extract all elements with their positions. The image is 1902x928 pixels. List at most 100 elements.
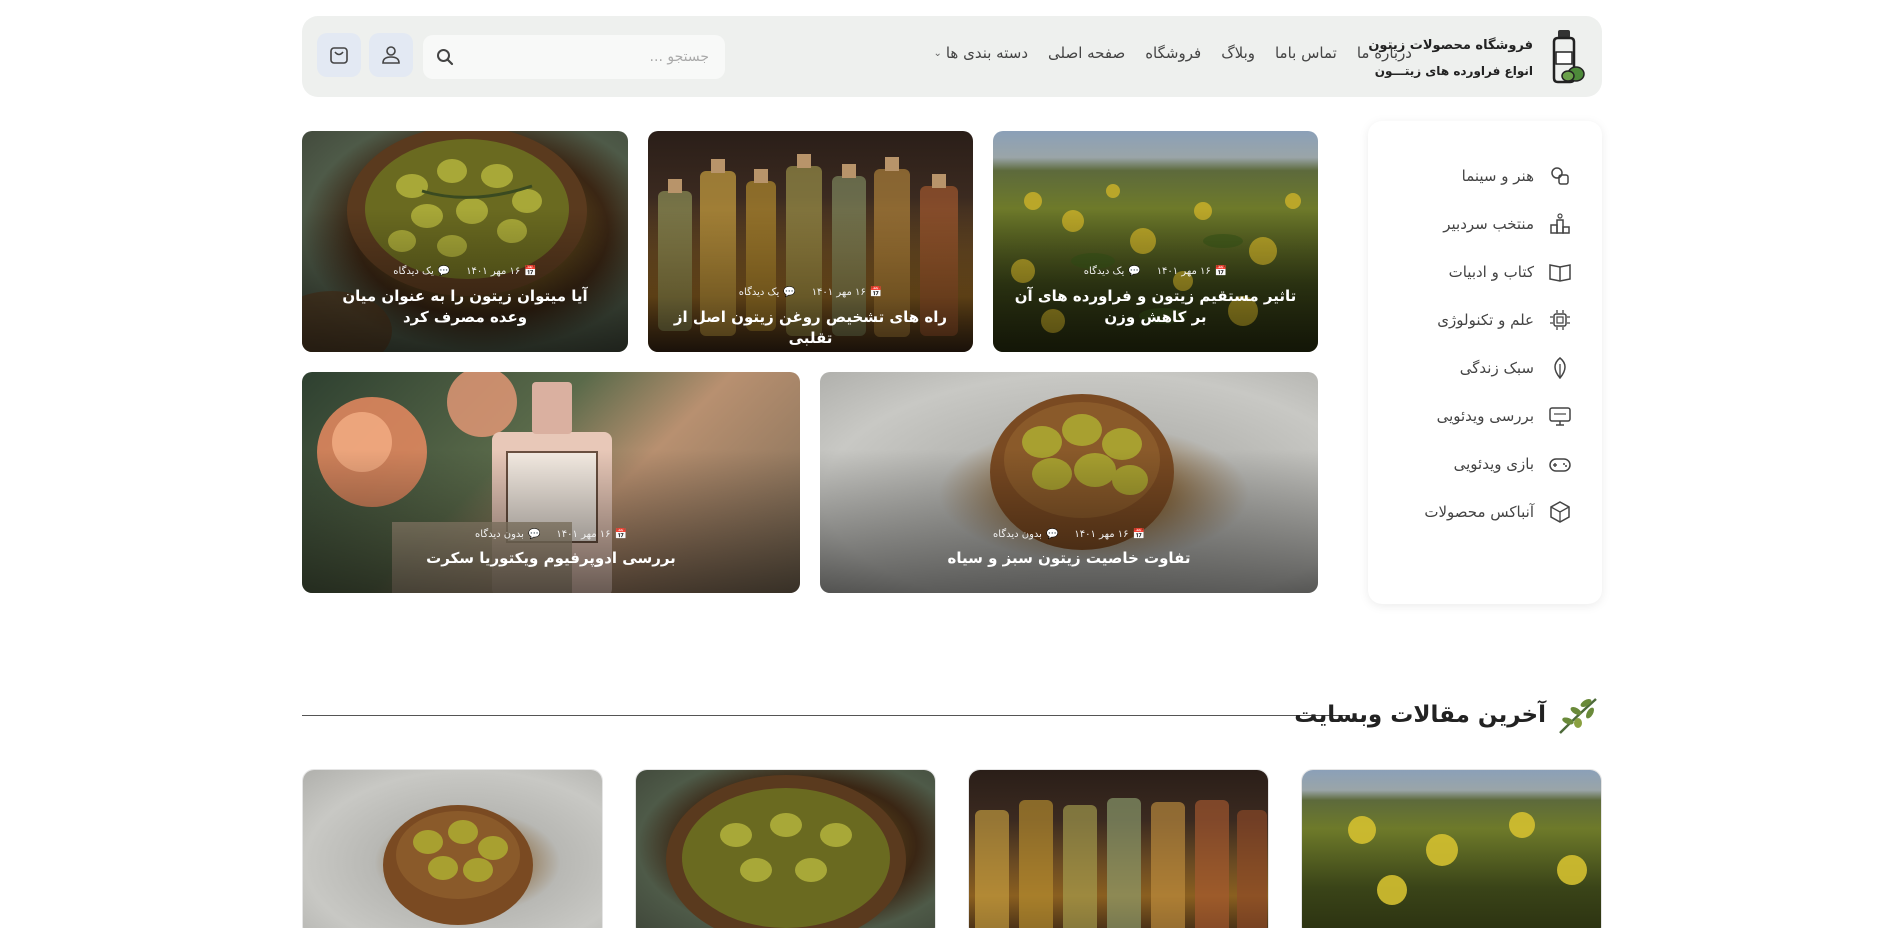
featured-post-card[interactable]: 📅 ۱۶ مهر ۱۴۰۱ 💬 یک دیدگاه راه های تشخیص رو… [648,131,973,352]
post-meta: 📅 ۱۶ مهر ۱۴۰۱ 💬 بدون دیدگاه [820,529,1318,540]
cart-button[interactable] [317,33,361,77]
article-image [969,770,1268,928]
calendar-icon: 📅 [524,266,537,277]
nav-shop[interactable]: فروشگاه [1145,44,1201,62]
category-item[interactable]: کتاب و ادبیات [1449,257,1572,287]
post-title[interactable]: تفاوت خاصیت زیتون سبز و سیاه [840,548,1298,569]
category-sidebar: هنر و سینما منتخب سردبیر کتاب و ادبیات ع… [1368,121,1602,604]
post-comments-text: بدون دیدگاه [993,529,1042,540]
post-title[interactable]: بررسی ادوپرفیوم ویکتوریا سکرت [322,548,780,569]
article-card[interactable] [635,769,936,928]
comment-icon: 💬 [437,266,451,277]
category-label: هنر و سینما [1461,167,1534,185]
article-card[interactable] [302,769,603,928]
brand[interactable]: فروشگاه محصولات زیتون انواع فراورده های … [1368,28,1588,84]
user-account-button[interactable] [369,33,413,77]
category-item[interactable]: سبک زندگی [1460,353,1572,383]
user-icon [382,46,400,64]
gamepad-icon [1549,458,1571,472]
monitor-icon [1549,407,1571,426]
category-item[interactable]: بررسی ویدئویی [1437,401,1572,431]
category-label: منتخب سردبیر [1443,215,1534,233]
post-comments: 💬 بدون دیدگاه [993,529,1058,540]
article-card[interactable] [1301,769,1602,928]
featured-post-card[interactable]: 📅 ۱۶ مهر ۱۴۰۱ 💬 بدون دیدگاه بررسی ادوپرفیو… [302,372,800,593]
chip-icon [1550,310,1570,330]
category-item[interactable]: منتخب سردبیر [1443,209,1572,239]
calendar-icon: 📅 [869,287,883,298]
post-date: 📅 ۱۶ مهر ۱۴۰۱ [1157,266,1228,277]
nav-contact[interactable]: تماس باما [1275,44,1337,62]
search-input[interactable] [459,43,709,71]
category-label: آنباکس محصولات [1424,503,1534,521]
comment-icon: 💬 [783,287,796,298]
post-meta: 📅 ۱۶ مهر ۱۴۰۱ 💬 یک دیدگاه [648,287,973,298]
nav-home[interactable]: صفحه اصلی [1048,44,1125,62]
shopping-bag-icon [330,47,348,64]
post-comments: 💬 بدون دیدگاه [475,529,540,540]
post-date-text: ۱۶ مهر ۱۴۰۱ [1156,266,1211,277]
calendar-icon: 📅 [614,529,627,540]
post-date: 📅 ۱۶ مهر ۱۴۰۱ [1074,529,1145,540]
post-date: 📅 ۱۶ مهر ۱۴۰۱ [466,266,537,277]
site-header: فروشگاه محصولات زیتون انواع فراورده های … [302,16,1602,97]
post-meta: 📅 ۱۶ مهر ۱۴۰۱ 💬 بدون دیدگاه [302,529,800,540]
post-date-text: ۱۶ مهر ۱۴۰۱ [466,266,521,277]
section-divider [302,715,1349,716]
post-comments: 💬 یک دیدگاه [739,287,796,298]
comment-icon: 💬 [1045,529,1059,540]
latest-articles-heading: آخرین مقالات وبسایت [1294,695,1600,735]
film-icon [1551,167,1569,185]
post-title[interactable]: آیا میتوان زیتون را به عنوان میان وعده م… [322,286,608,328]
leaf-icon [1554,357,1566,380]
main-nav: دسته بندی ها ⌄ صفحه اصلی فروشگاه وبلاگ تم… [913,44,1412,62]
nav-categories-label: دسته بندی ها [945,44,1028,62]
post-meta: 📅 ۱۶ مهر ۱۴۰۱ 💬 یک دیدگاه [302,266,628,277]
post-comments: 💬 یک دیدگاه [1084,266,1141,277]
article-card[interactable] [968,769,1269,928]
search-box [423,35,725,79]
post-date: 📅 ۱۶ مهر ۱۴۰۱ [812,287,883,298]
post-comments: 💬 یک دیدگاه [393,266,450,277]
article-image [303,770,602,928]
chevron-down-icon: ⌄ [933,47,942,59]
olive-bottle-logo-icon [1552,30,1585,84]
post-meta: 📅 ۱۶ مهر ۱۴۰۱ 💬 یک دیدگاه [993,266,1318,277]
category-label: کتاب و ادبیات [1448,263,1534,281]
olive-branch-icon [1559,698,1597,734]
post-title[interactable]: تاثیر مستقیم زیتون و فراورده های آن بر ک… [1013,286,1298,328]
comment-icon: 💬 [1128,266,1141,277]
post-comments-text: بدون دیدگاه [475,529,524,540]
post-comments-text: یک دیدگاه [393,266,434,277]
ranking-icon [1550,213,1570,234]
post-comments-text: یک دیدگاه [738,287,780,298]
post-date-text: ۱۶ مهر ۱۴۰۱ [556,529,611,540]
category-item[interactable]: آنباکس محصولات [1424,497,1572,527]
post-comments-text: یک دیدگاه [1083,266,1125,277]
calendar-icon: 📅 [1214,266,1228,277]
post-date-text: ۱۶ مهر ۱۴۰۱ [811,287,866,298]
nav-blog[interactable]: وبلاگ [1221,44,1255,62]
category-item[interactable]: بازی ویدئویی [1454,449,1572,479]
category-label: بررسی ویدئویی [1436,407,1534,425]
category-label: علم و تکنولوژی [1437,311,1534,329]
box-icon [1550,501,1570,523]
brand-subtitle: انواع فراورده های زیتـــون [1374,64,1533,78]
search-icon[interactable] [435,47,455,67]
category-label: سبک زندگی [1459,359,1534,377]
nav-about[interactable]: درباره ما [1357,44,1412,62]
post-title[interactable]: راه های تشخیص روغن زیتون اصل از تقلبی [668,307,953,349]
post-date-text: ۱۶ مهر ۱۴۰۱ [1074,529,1129,540]
category-item[interactable]: علم و تکنولوژی [1437,305,1572,335]
post-date: 📅 ۱۶ مهر ۱۴۰۱ [556,529,627,540]
featured-post-card[interactable]: 📅 ۱۶ مهر ۱۴۰۱ 💬 بدون دیدگاه تفاوت خاصیت زی… [820,372,1318,593]
article-image [1302,770,1601,928]
category-item[interactable]: هنر و سینما [1462,161,1572,191]
comment-icon: 💬 [527,529,541,540]
featured-post-card[interactable]: 📅 ۱۶ مهر ۱۴۰۱ 💬 یک دیدگاه تاثیر مستقیم زیت… [993,131,1318,352]
category-label: بازی ویدئویی [1453,455,1534,473]
section-title: آخرین مقالات وبسایت [1294,702,1546,728]
nav-categories[interactable]: دسته بندی ها ⌄ [933,44,1028,62]
featured-post-card[interactable]: 📅 ۱۶ مهر ۱۴۰۱ 💬 یک دیدگاه آیا میتوان زیتون… [302,131,628,352]
book-icon [1549,264,1571,282]
